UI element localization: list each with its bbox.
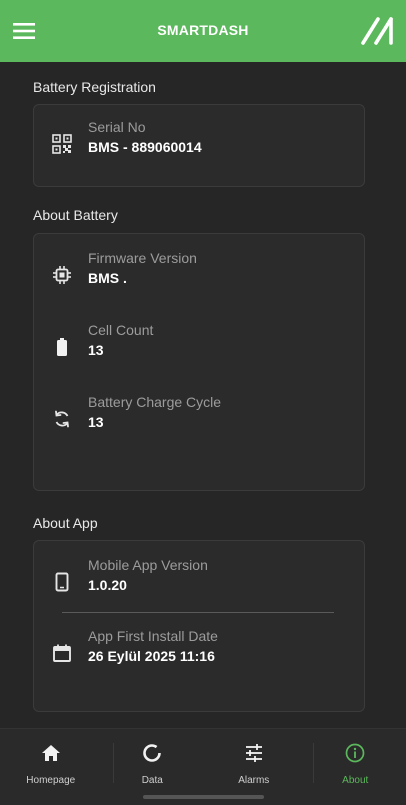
nav-label-homepage: Homepage [26, 775, 76, 786]
cell-count-row: Cell Count 13 [52, 322, 352, 370]
chip-icon [52, 265, 72, 285]
double-slash-logo-icon [360, 16, 394, 46]
nav-label-alarms: Alarms [238, 775, 270, 786]
charge-cycle-label: Battery Charge Cycle [88, 394, 222, 410]
calendar-icon [52, 643, 72, 663]
serial-number-row: Serial No BMS - 889060014 [52, 119, 352, 167]
section-title-about-app: About App [33, 515, 98, 531]
qr-code-icon [52, 134, 72, 154]
about-battery-card: Firmware Version BMS . Cell Count 13 Bat… [33, 233, 365, 491]
cell-count-label: Cell Count [88, 322, 154, 338]
info-icon [344, 742, 366, 764]
charge-cycle-row: Battery Charge Cycle 13 [52, 394, 352, 442]
app-bar: SMARTDASH [0, 0, 406, 62]
nav-item-homepage[interactable]: Homepage [0, 729, 102, 805]
home-indicator [143, 795, 264, 799]
cycle-icon [52, 409, 72, 429]
firmware-version-label: Firmware Version [88, 250, 197, 266]
nav-item-alarms[interactable]: Alarms [203, 729, 305, 805]
section-title-about-battery: About Battery [33, 207, 118, 223]
firmware-version-value: BMS . [88, 270, 127, 286]
sliders-icon [243, 742, 265, 764]
app-version-value: 1.0.20 [88, 577, 127, 593]
app-version-row: Mobile App Version 1.0.20 [52, 557, 352, 605]
nav-label-data: Data [141, 775, 163, 786]
cell-count-value: 13 [88, 342, 104, 358]
phone-icon [52, 572, 72, 592]
app-title: SMARTDASH [157, 22, 249, 38]
section-title-battery-registration: Battery Registration [33, 79, 156, 95]
install-date-row: App First Install Date 26 Eylül 2025 11:… [52, 628, 352, 676]
app-version-label: Mobile App Version [88, 557, 208, 573]
serial-number-label: Serial No [88, 119, 146, 135]
nav-label-about: About [342, 775, 369, 786]
battery-icon [52, 337, 72, 357]
install-date-label: App First Install Date [88, 628, 218, 644]
serial-number-value: BMS - 889060014 [88, 139, 202, 155]
nav-item-data[interactable]: Data [102, 729, 204, 805]
charge-cycle-value: 13 [88, 414, 104, 430]
nav-item-about[interactable]: About [305, 729, 406, 805]
bottom-navigation: Homepage Data Alarms About [0, 728, 406, 805]
data-ring-icon [141, 742, 163, 764]
install-date-value: 26 Eylül 2025 11:16 [88, 648, 215, 664]
home-icon [40, 742, 62, 764]
battery-registration-card: Serial No BMS - 889060014 [33, 104, 365, 187]
about-app-card: Mobile App Version 1.0.20 App First Inst… [33, 540, 365, 712]
app-info-divider [62, 612, 334, 613]
firmware-version-row: Firmware Version BMS . [52, 250, 352, 298]
